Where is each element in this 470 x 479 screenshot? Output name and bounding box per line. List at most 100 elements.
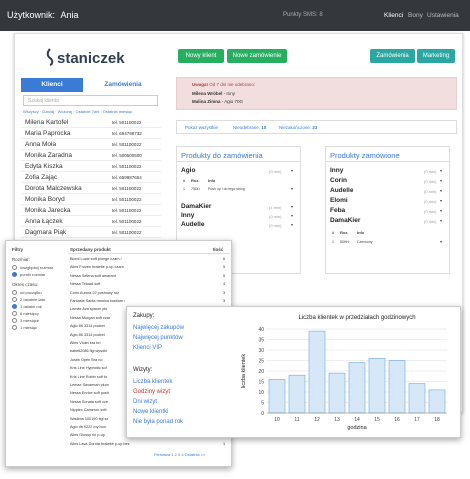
alert-client-1[interactable]: Milena Wróbel bbox=[192, 91, 222, 96]
radio-button[interactable] bbox=[12, 311, 17, 316]
client-row[interactable]: Zofia Zając tel. 659987654 bbox=[21, 173, 161, 183]
visit-link[interactable]: Godziny wizyt bbox=[133, 389, 170, 395]
client-name[interactable]: Anna Łączek bbox=[25, 218, 63, 225]
chevron-down-icon[interactable]: ▾ bbox=[440, 168, 442, 173]
client-row[interactable]: Dagmara Piąk tel. 501100022 bbox=[21, 228, 161, 238]
radio-label[interactable]: 1 miesiąc bbox=[20, 325, 37, 330]
filters-title: Filtry bbox=[12, 247, 24, 252]
client-row[interactable]: Monika Boryd tel. 501100022 bbox=[21, 195, 161, 205]
supplier-row[interactable]: DamaKier bbox=[181, 203, 211, 210]
client-row[interactable]: Anna Moła tel. 501100022 bbox=[21, 140, 161, 150]
client-row[interactable]: Monika Jarecka tel. 501100022 bbox=[21, 206, 161, 216]
alert-client-2[interactable]: Malina Zimna bbox=[192, 99, 221, 104]
product-name: Alles Frozen bralette p-up czarn bbox=[70, 265, 124, 270]
x-tick-label: 15 bbox=[374, 417, 380, 423]
client-row[interactable]: Dorota Malczewska tel. 501100022 bbox=[21, 184, 161, 194]
client-name[interactable]: Dagmara Piąk bbox=[25, 229, 66, 236]
radio-label[interactable]: od początku bbox=[20, 290, 42, 295]
client-name[interactable]: Monika Boryd bbox=[25, 196, 65, 203]
chevron-down-icon[interactable]: ▾ bbox=[440, 188, 442, 193]
visit-link[interactable]: Nie była ponad rok bbox=[133, 419, 183, 425]
client-search-input[interactable]: Szukaj klienta bbox=[23, 95, 158, 106]
chevron-down-icon[interactable]: ▾ bbox=[291, 168, 293, 173]
nav-bony[interactable]: Bony bbox=[408, 12, 423, 19]
radio-button[interactable] bbox=[12, 290, 17, 295]
client-name[interactable]: Maria Paprocka bbox=[25, 130, 71, 137]
client-row[interactable]: Maria Paprocka tel. 654798732 bbox=[21, 129, 161, 139]
product-qty: 1 bbox=[223, 441, 226, 446]
chart-title: Liczba klientek w przedziałach godzinowy… bbox=[298, 315, 415, 321]
bar bbox=[388, 360, 406, 414]
incomplete-stat[interactable]: Niezakończone: 33 bbox=[279, 125, 317, 130]
chevron-down-icon[interactable]: ▾ bbox=[291, 222, 293, 227]
client-date-filters[interactable]: Wszyscy · Dzisiaj · Wczoraj · Ostatnie 7… bbox=[23, 109, 132, 114]
purchase-link[interactable]: Najwięcej zakupów bbox=[133, 325, 184, 331]
radio-label[interactable]: 2 ostatnie lata bbox=[20, 297, 45, 302]
tab-zamowienia[interactable]: Zamówienia bbox=[87, 78, 159, 92]
pagination[interactable]: Pierwsza 1 2 3 4 Ostatnia >> bbox=[154, 452, 205, 457]
radio-label[interactable]: 6 miesięcy bbox=[20, 311, 39, 316]
client-row[interactable]: Edyta Kiszka tel. 501100022 bbox=[21, 162, 161, 172]
visit-link[interactable]: Nowe klientki bbox=[133, 409, 168, 415]
radio-button[interactable] bbox=[12, 265, 17, 270]
visit-link[interactable]: Liczba klientek bbox=[133, 379, 172, 385]
tab-klienci[interactable]: Klienci bbox=[21, 78, 83, 92]
radio-button[interactable] bbox=[12, 318, 17, 323]
unseen-stat[interactable]: Nieodebrane: 10 bbox=[233, 125, 266, 130]
client-row[interactable]: Monika Zaradna tel. 500500500 bbox=[21, 151, 161, 161]
bar bbox=[348, 362, 366, 414]
supplier-min: (0 min) bbox=[424, 219, 437, 224]
radio-label[interactable]: pomiń rozmiar bbox=[20, 272, 45, 277]
supplier-row[interactable]: Feba bbox=[330, 207, 345, 214]
new-client-button[interactable]: Nowy klient bbox=[178, 49, 224, 63]
product-name: Nessa Morgan soft czar bbox=[70, 315, 111, 320]
visit-link[interactable]: Dni wizyt bbox=[133, 399, 157, 405]
chevron-down-icon[interactable]: ▾ bbox=[291, 213, 293, 218]
client-name[interactable]: Monika Zaradna bbox=[25, 152, 72, 159]
supplier-row[interactable]: Inny bbox=[181, 212, 194, 219]
chevron-down-icon[interactable]: ▾ bbox=[440, 178, 442, 183]
alert-title: Uwaga! bbox=[192, 82, 209, 87]
orders-button[interactable]: Zamówienia bbox=[370, 49, 415, 63]
radio-button[interactable] bbox=[12, 297, 17, 302]
show-all-link[interactable]: Pokaż wszystkie bbox=[185, 125, 218, 130]
product-name: Kris Line Rubin soft fu bbox=[70, 374, 108, 379]
chevron-down-icon[interactable]: ▾ bbox=[440, 218, 442, 223]
chevron-down-icon[interactable]: ▾ bbox=[291, 204, 293, 209]
purchase-link[interactable]: Klienci VIP bbox=[133, 345, 162, 351]
nav-ustawienia[interactable]: Ustawienia bbox=[427, 12, 459, 19]
marketing-button[interactable]: Marketing bbox=[417, 49, 455, 63]
supplier-row[interactable]: Audelle bbox=[181, 221, 204, 228]
chevron-down-icon[interactable]: ▾ bbox=[440, 239, 442, 244]
radio-button[interactable] bbox=[12, 304, 17, 309]
client-name[interactable]: Dorota Malczewska bbox=[25, 185, 82, 192]
supplier-row[interactable]: Elomi bbox=[330, 197, 348, 204]
client-phone: tel. 501100022 bbox=[112, 142, 142, 147]
radio-button[interactable] bbox=[12, 325, 17, 330]
radio-label[interactable]: 3 miesiące bbox=[20, 318, 39, 323]
client-name[interactable]: Edyta Kiszka bbox=[25, 163, 63, 170]
client-name[interactable]: Anna Moła bbox=[25, 141, 56, 148]
chevron-down-icon[interactable]: ▾ bbox=[291, 186, 293, 191]
supplier-row[interactable]: Audelle bbox=[330, 187, 353, 194]
chevron-down-icon[interactable]: ▾ bbox=[440, 208, 442, 213]
purchase-link[interactable]: Najwięcej punktów bbox=[133, 335, 183, 341]
supplier-row[interactable]: Corin bbox=[330, 177, 347, 184]
supplier-row[interactable]: Inny bbox=[330, 167, 343, 174]
nav-klienci[interactable]: Klienci bbox=[384, 12, 403, 19]
product-qty: 3 bbox=[223, 290, 226, 295]
chevron-down-icon[interactable]: ▾ bbox=[440, 198, 442, 203]
radio-label[interactable]: 1 ostatni rok bbox=[20, 304, 42, 309]
client-name[interactable]: Milena Kartofel bbox=[25, 119, 68, 126]
radio-button[interactable] bbox=[12, 272, 17, 277]
client-row[interactable]: Anna Łączek tel. 501100022 bbox=[21, 217, 161, 227]
radio-label[interactable]: uwzględnij rozmiar bbox=[20, 265, 53, 270]
new-order-button[interactable]: Nowe zamówienie bbox=[227, 49, 287, 63]
client-name[interactable]: Monika Jarecka bbox=[25, 207, 71, 214]
y-tick-label: 0 bbox=[261, 411, 264, 417]
client-row[interactable]: Milena Kartofel tel. 501100022 bbox=[21, 118, 161, 128]
supplier-row[interactable]: DamaKier bbox=[330, 217, 360, 224]
y-tick-label: 40 bbox=[258, 327, 264, 333]
supplier-agio[interactable]: Agio bbox=[181, 167, 195, 174]
client-name[interactable]: Zofia Zając bbox=[25, 174, 57, 181]
